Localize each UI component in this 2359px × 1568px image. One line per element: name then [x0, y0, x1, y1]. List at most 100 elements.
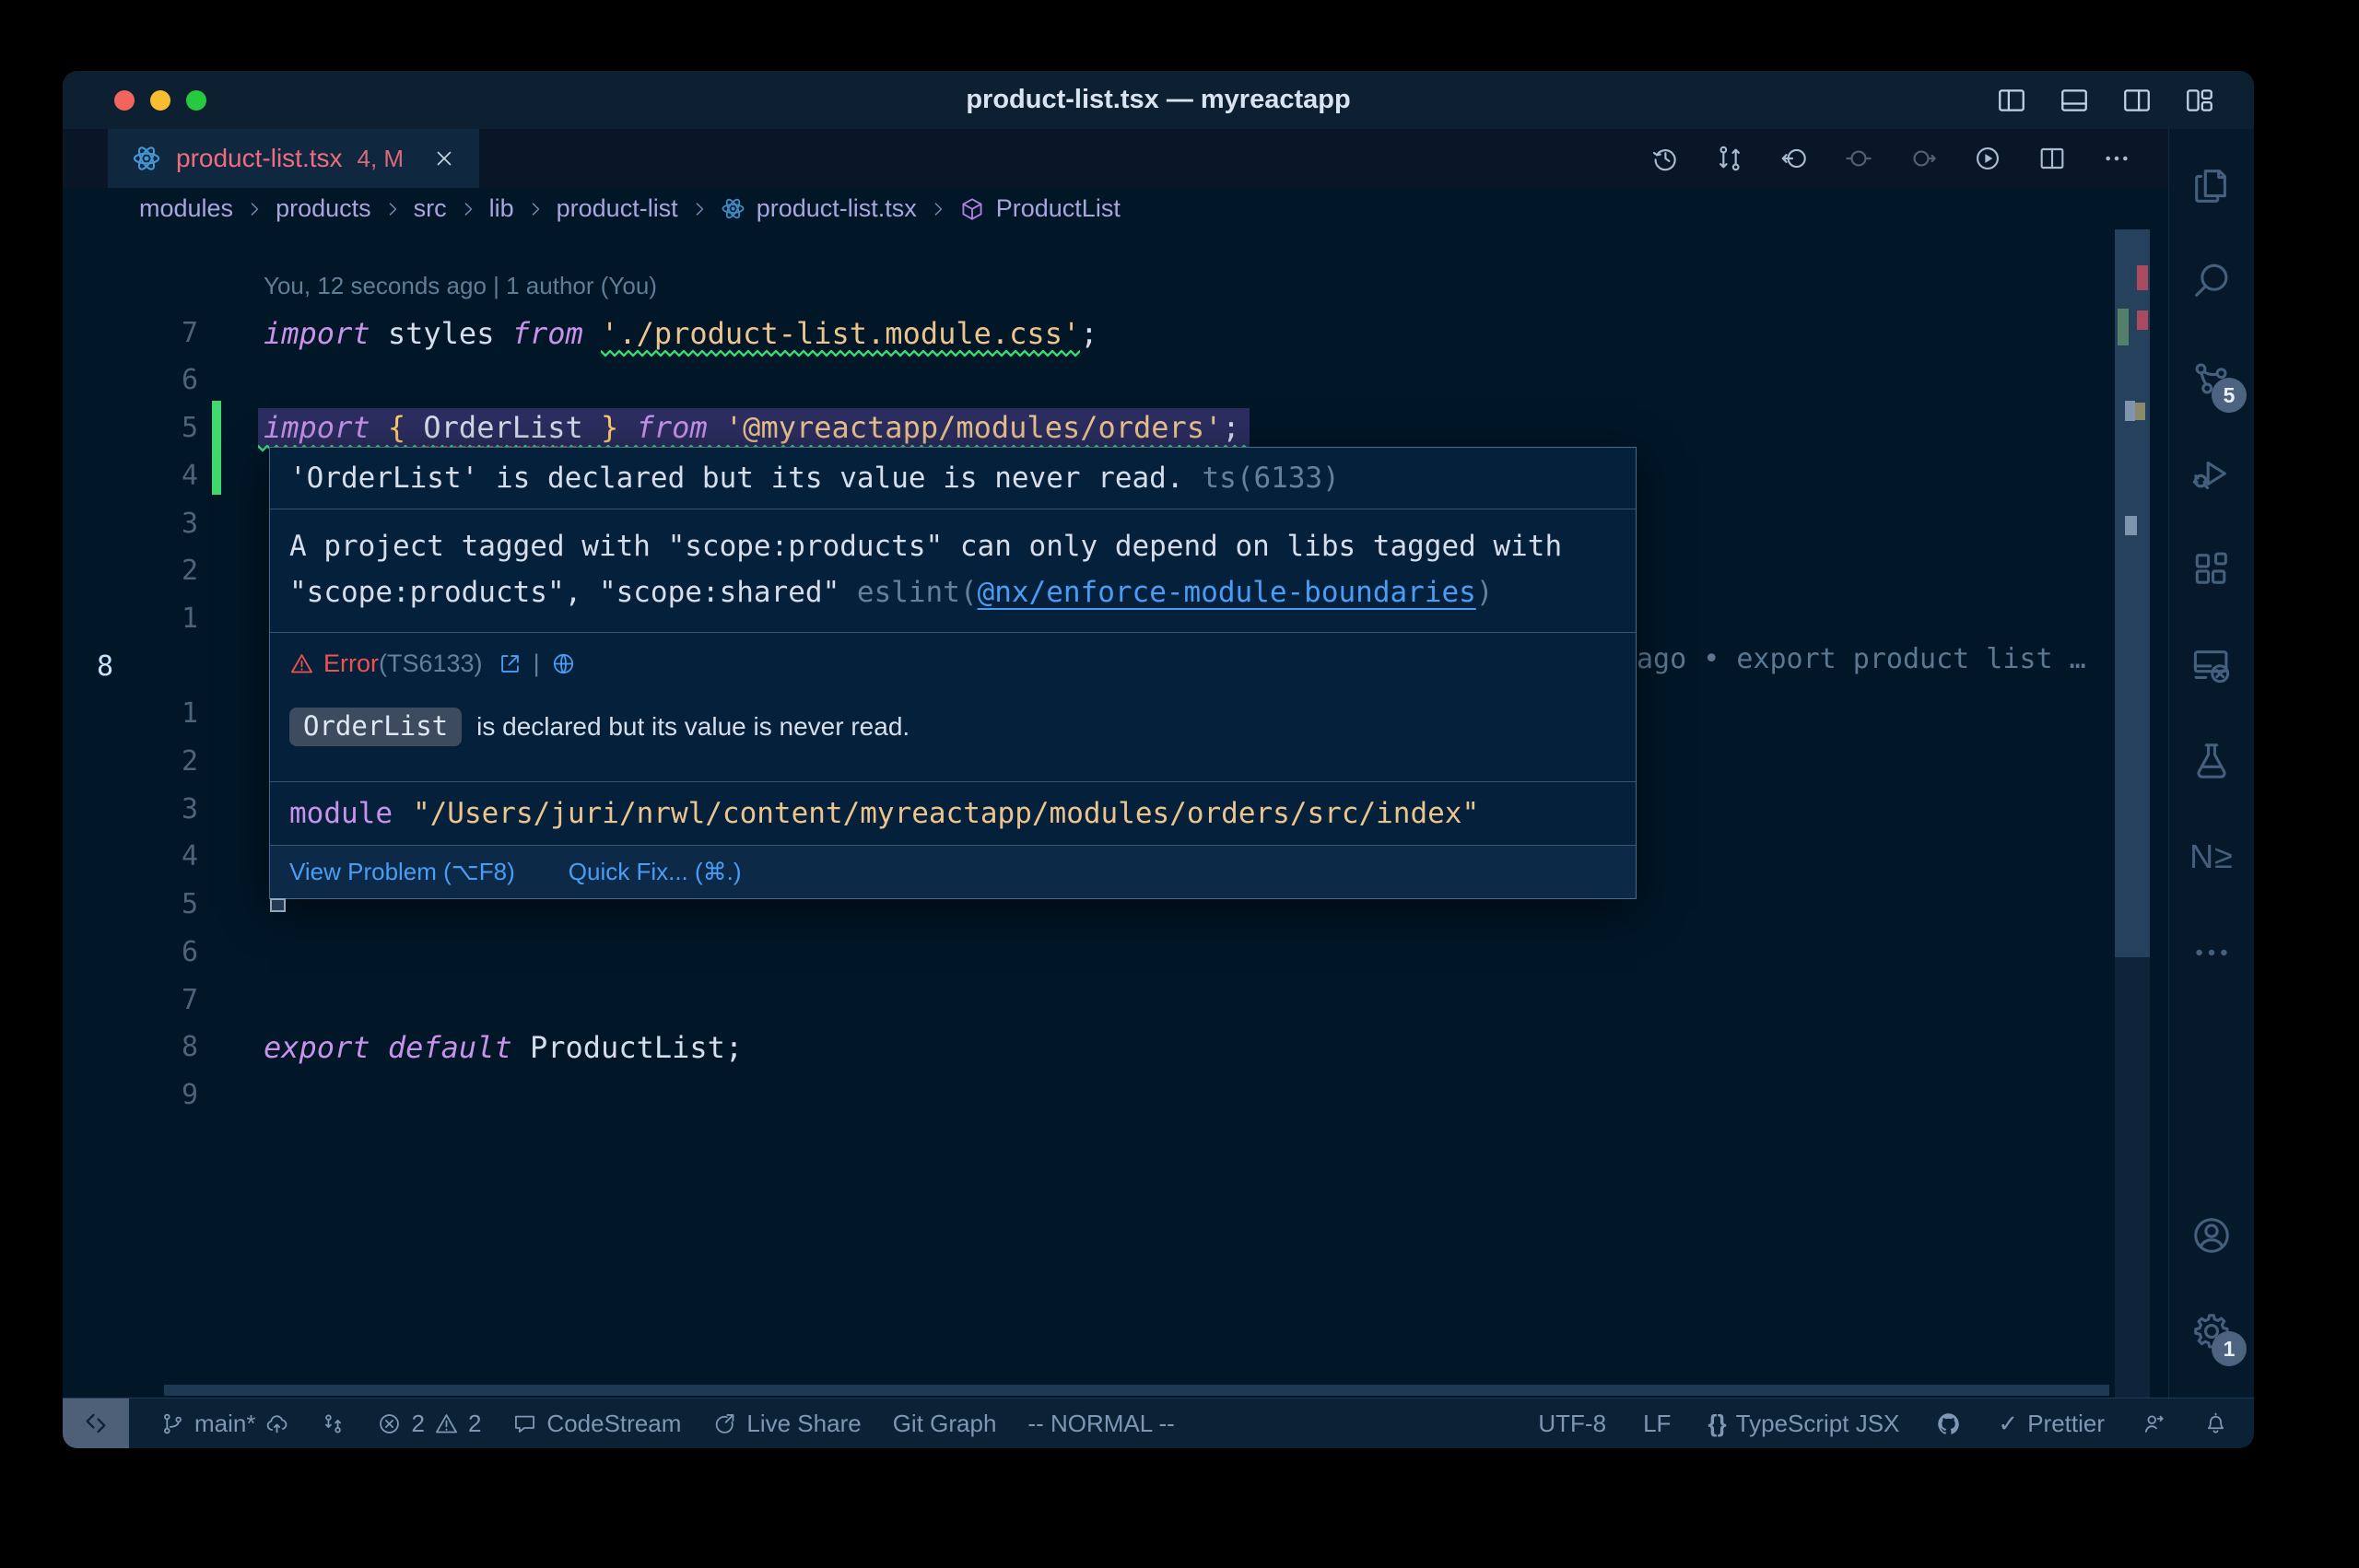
more-actions-button[interactable] [2102, 144, 2131, 173]
run-debug-icon [2190, 452, 2233, 495]
eol-button[interactable]: LF [1643, 1410, 1671, 1438]
run-file-icon [1973, 144, 2002, 173]
branch-status-button[interactable]: main* [160, 1410, 289, 1438]
encoding-button[interactable]: UTF-8 [1538, 1410, 1606, 1438]
github-icon [1936, 1411, 1961, 1436]
compare-changes-button[interactable] [1715, 144, 1744, 173]
globe-icon[interactable] [551, 651, 576, 676]
remote-indicator-button[interactable] [63, 1398, 129, 1448]
chevron-right-icon [244, 199, 264, 219]
layout-sidebar-left-button[interactable] [1996, 85, 2027, 116]
github-button[interactable] [1936, 1411, 1961, 1436]
notifications-button[interactable] [2203, 1411, 2228, 1436]
error-message-text: is declared but its value is never read. [476, 712, 910, 742]
activity-bar: 5 N≥ 1 [2168, 129, 2254, 1398]
close-tab-icon[interactable] [433, 147, 455, 170]
code-line-import-styles[interactable]: import styles from './product-list.modul… [264, 310, 1097, 357]
quick-fix-button[interactable]: Quick Fix... (⌘.) [569, 858, 742, 886]
code-token: ; [1080, 316, 1097, 351]
breadcrumb-file[interactable]: product-list.tsx [757, 194, 917, 223]
settings-button[interactable]: 1 [2169, 1283, 2254, 1379]
live-share-button[interactable]: Live Share [712, 1410, 861, 1438]
history-button[interactable] [1650, 144, 1680, 173]
next-change-icon [1908, 144, 1938, 173]
split-editor-button[interactable] [2037, 144, 2067, 173]
code-token: OrderList [423, 410, 582, 445]
breadcrumb-product-list[interactable]: product-list [557, 194, 678, 223]
tab-product-list[interactable]: product-list.tsx 4, M [108, 129, 479, 188]
error-detail-section: Error (TS6133) | OrderList is declared b… [270, 633, 1636, 781]
tooltip-resize-handle[interactable] [270, 898, 286, 912]
code-editor[interactable]: 76543218123456789 You, 12 seconds ago | … [63, 229, 2168, 1398]
prettier-button[interactable]: ✓ Prettier [1998, 1410, 2105, 1438]
source-control-button[interactable]: 5 [2169, 330, 2254, 426]
line-number: 6 [63, 929, 198, 977]
live-share-contacts-button[interactable] [2142, 1411, 2166, 1436]
view-problem-button[interactable]: View Problem (⌥F8) [289, 858, 515, 886]
chevron-right-icon [928, 199, 948, 219]
divider-glyph: | [534, 649, 540, 678]
person-icon [2142, 1411, 2166, 1436]
external-link-icon[interactable] [498, 651, 522, 676]
extensions-icon [2190, 548, 2233, 591]
warning-mark [2135, 403, 2145, 420]
more-icon [2190, 931, 2233, 974]
breadcrumb-modules[interactable]: modules [139, 194, 233, 223]
breadcrumb-src[interactable]: src [414, 194, 447, 223]
close-window-button[interactable] [114, 90, 135, 111]
problems-status-button[interactable]: 2 2 [377, 1410, 481, 1438]
run-debug-button[interactable] [2169, 426, 2254, 521]
more-button[interactable] [2169, 905, 2254, 1000]
codestream-button[interactable]: CodeStream [512, 1410, 681, 1438]
layout-customize-icon [2184, 85, 2215, 116]
layout-panel-button[interactable] [2059, 85, 2090, 116]
files-button[interactable] [2169, 138, 2254, 234]
git-graph-button[interactable]: Git Graph [893, 1410, 997, 1438]
account-button[interactable] [2169, 1188, 2254, 1283]
warning-count: 2 [468, 1410, 481, 1438]
error-mark [2137, 265, 2148, 290]
screenshot-stage: product-list.tsx — myreactapp product-li… [0, 0, 2359, 1568]
testing-button[interactable] [2169, 713, 2254, 809]
zoom-window-button[interactable] [186, 90, 206, 111]
nx-console-button[interactable]: N≥ [2169, 809, 2254, 905]
breadcrumb-lib[interactable]: lib [489, 194, 514, 223]
breadcrumb-products[interactable]: products [276, 194, 371, 223]
highlighted-import-line[interactable]: import { OrderList } from '@myreactapp/m… [258, 408, 1250, 449]
navigate-back-button[interactable] [1779, 144, 1809, 173]
previous-change-button[interactable] [1844, 144, 1873, 173]
code-token: import [264, 316, 370, 351]
code-token: from [637, 410, 708, 445]
extensions-button[interactable] [2169, 521, 2254, 617]
code-line-import-orderlist[interactable]: import { OrderList } from '@myreactapp/m… [264, 404, 1250, 452]
status-bar: main* 2 2 CodeStream Live Share Git Grap… [63, 1398, 2254, 1448]
vim-mode-indicator[interactable]: -- NORMAL -- [1027, 1410, 1174, 1438]
minimize-window-button[interactable] [150, 90, 170, 111]
git-branch-icon [160, 1411, 185, 1436]
error-label: Error [323, 649, 379, 678]
account-icon [2190, 1214, 2233, 1257]
remote-explorer-icon [2190, 644, 2233, 686]
run-file-button[interactable] [1973, 144, 2002, 173]
search-button[interactable] [2169, 234, 2254, 330]
horizontal-scrollbar-slider[interactable] [164, 1385, 2109, 1396]
language-mode-button[interactable]: {} TypeScript JSX [1708, 1410, 1899, 1438]
source-control-badge: 5 [2212, 378, 2247, 413]
nx-rule-link[interactable]: @nx/enforce-module-boundaries [978, 576, 1476, 609]
next-change-button[interactable] [1908, 144, 1938, 173]
braces-glyph: {} [1708, 1410, 1726, 1438]
code-token: ; [725, 1030, 743, 1065]
react-icon [132, 144, 161, 173]
breadcrumb-symbol[interactable]: ProductList [996, 194, 1121, 223]
layout-sidebar-right-button[interactable] [2121, 85, 2153, 116]
code-line-export-default[interactable]: export default ProductList; [264, 1024, 743, 1071]
remote-explorer-button[interactable] [2169, 617, 2254, 713]
symbol-chip: OrderList [289, 708, 462, 746]
tab-problems-badge: 4, M [358, 145, 405, 173]
traffic-lights [63, 90, 206, 111]
layout-customize-button[interactable] [2184, 85, 2215, 116]
module-path-row: module "/Users/juri/nrwl/content/myreact… [270, 782, 1636, 845]
git-refs-button[interactable] [321, 1411, 346, 1436]
react-icon [721, 196, 745, 221]
code-token: './product-list.module.css' [601, 316, 1080, 351]
